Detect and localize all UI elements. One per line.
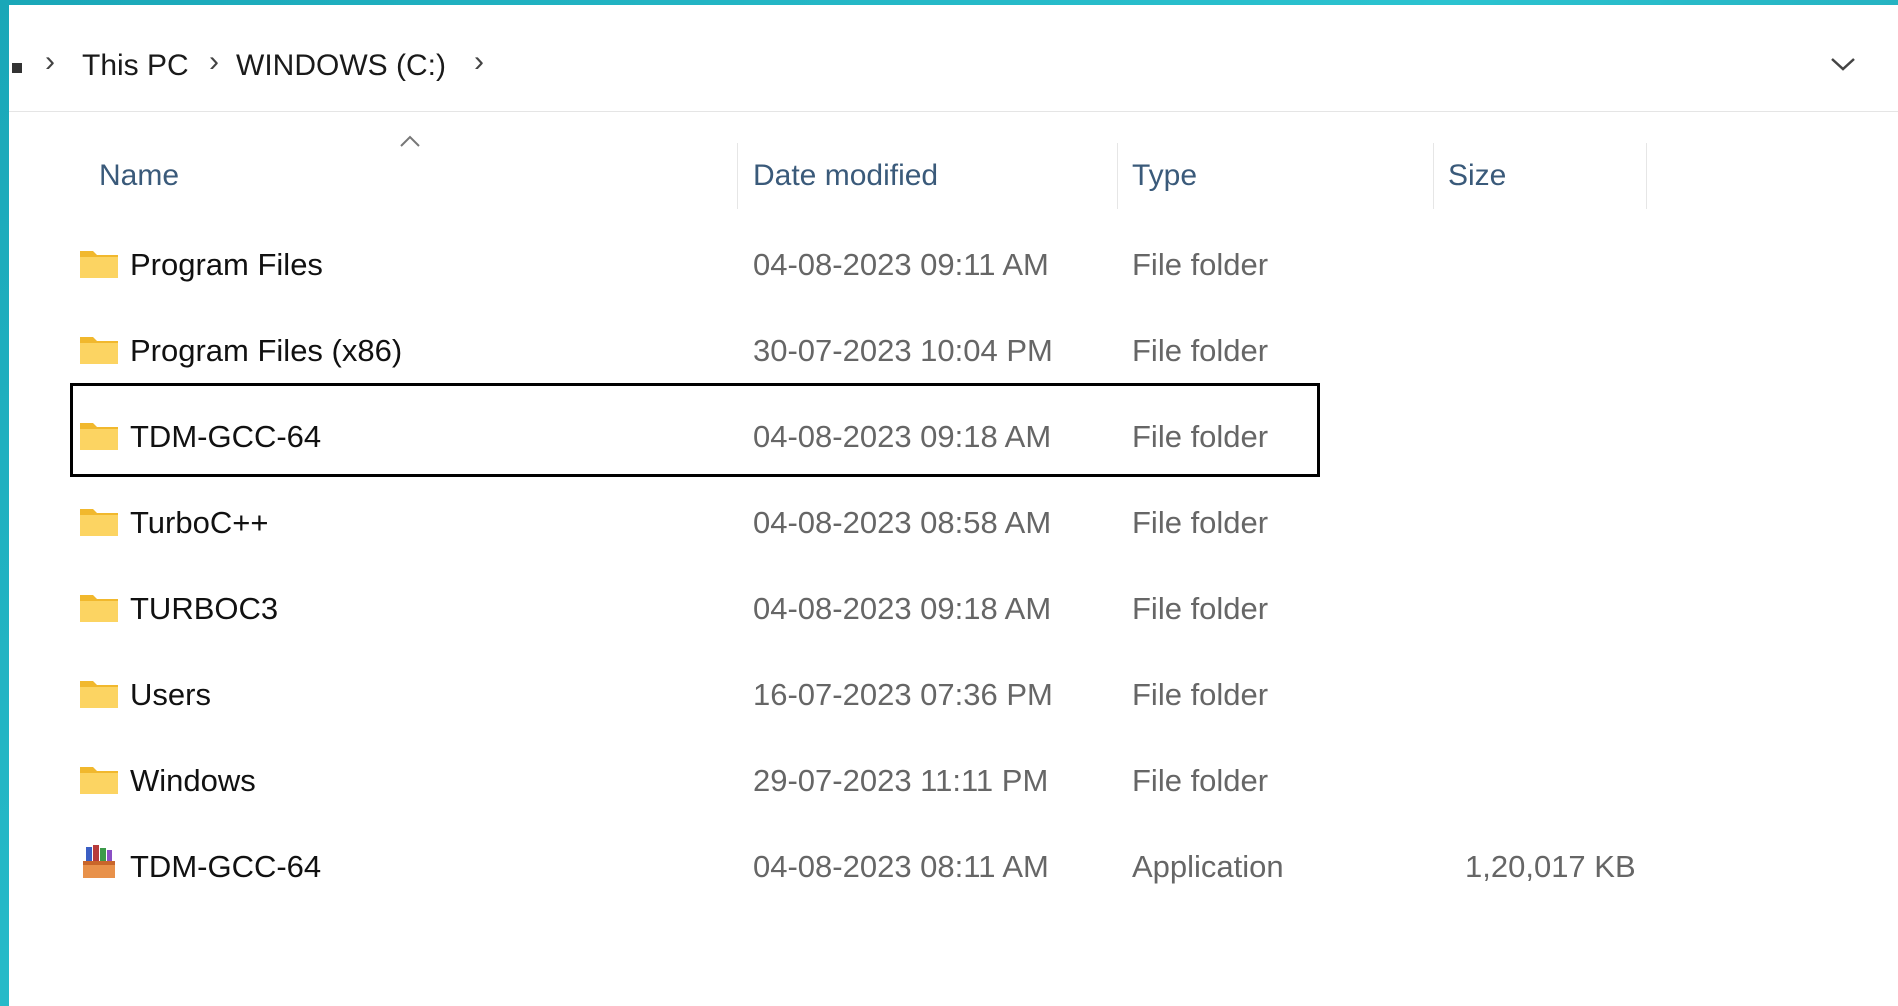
folder-icon	[80, 251, 118, 278]
column-type-header[interactable]: Type	[1132, 161, 1197, 191]
breadcrumb-windows-c[interactable]: WINDOWS (C:)	[236, 51, 446, 81]
file-row[interactable]: TURBOC3 04-08-2023 09:18 AM File folder	[70, 565, 1320, 651]
highlight-annotation-box	[70, 383, 1320, 477]
file-date-modified: 04-08-2023 08:11 AM	[753, 849, 1049, 884]
column-size-header[interactable]: Size	[1448, 161, 1506, 191]
address-bar[interactable]: › This PC › WINDOWS (C:) ›	[9, 5, 1898, 112]
folder-icon	[80, 681, 118, 708]
chevron-down-icon[interactable]	[1828, 49, 1858, 79]
folder-icon	[80, 767, 118, 794]
file-type: File folder	[1132, 763, 1269, 798]
breadcrumb-chevron-icon[interactable]: ›	[474, 47, 484, 77]
location-icon	[12, 63, 22, 73]
file-type: File folder	[1132, 591, 1269, 626]
breadcrumb-chevron-icon[interactable]: ›	[45, 47, 55, 77]
file-type: File folder	[1132, 677, 1269, 712]
file-date-modified: 04-08-2023 09:18 AM	[753, 591, 1052, 626]
file-type: Application	[1132, 849, 1284, 884]
file-date-modified: 30-07-2023 10:04 PM	[753, 333, 1053, 368]
file-row[interactable]: TurboC++ 04-08-2023 08:58 AM File folder	[70, 479, 1320, 565]
file-date-modified: 04-08-2023 09:11 AM	[753, 247, 1049, 282]
file-name: Program Files (x86)	[130, 333, 403, 368]
file-row[interactable]: TDM-GCC-64 04-08-2023 08:11 AM Applicati…	[70, 823, 1636, 909]
column-divider[interactable]	[1646, 143, 1647, 209]
folder-icon	[80, 595, 118, 622]
file-row[interactable]: Program Files 04-08-2023 09:11 AM File f…	[70, 221, 1320, 307]
installer-app-icon	[83, 845, 115, 878]
file-name: Program Files	[130, 247, 323, 282]
column-date-header[interactable]: Date modified	[753, 161, 938, 191]
file-name: TURBOC3	[130, 591, 279, 626]
column-header: Name Date modified Type Size	[9, 143, 1898, 209]
file-type: File folder	[1132, 505, 1269, 540]
file-date-modified: 16-07-2023 07:36 PM	[753, 677, 1053, 712]
file-name: TDM-GCC-64	[130, 849, 322, 884]
file-size: 1,20,017 KB	[1465, 849, 1636, 884]
file-name: TurboC++	[130, 505, 269, 540]
file-explorer-window: › This PC › WINDOWS (C:) › Name Date mod…	[9, 5, 1898, 1006]
column-name-header[interactable]: Name	[99, 161, 179, 191]
file-date-modified: 04-08-2023 08:58 AM	[753, 505, 1052, 540]
column-divider[interactable]	[1117, 143, 1118, 209]
file-name: Users	[130, 677, 211, 712]
folder-icon	[80, 509, 118, 536]
file-type: File folder	[1132, 333, 1269, 368]
column-divider[interactable]	[1433, 143, 1434, 209]
breadcrumb-chevron-icon[interactable]: ›	[209, 47, 219, 77]
file-name: Windows	[130, 763, 256, 798]
breadcrumb-this-pc[interactable]: This PC	[82, 51, 189, 81]
file-row[interactable]: Users 16-07-2023 07:36 PM File folder	[70, 651, 1320, 737]
file-row[interactable]: Windows 29-07-2023 11:11 PM File folder	[70, 737, 1320, 823]
file-row[interactable]: Program Files (x86) 30-07-2023 10:04 PM …	[70, 307, 1320, 393]
file-type: File folder	[1132, 247, 1269, 282]
file-date-modified: 29-07-2023 11:11 PM	[753, 763, 1049, 798]
column-divider[interactable]	[737, 143, 738, 209]
folder-icon	[80, 337, 118, 364]
